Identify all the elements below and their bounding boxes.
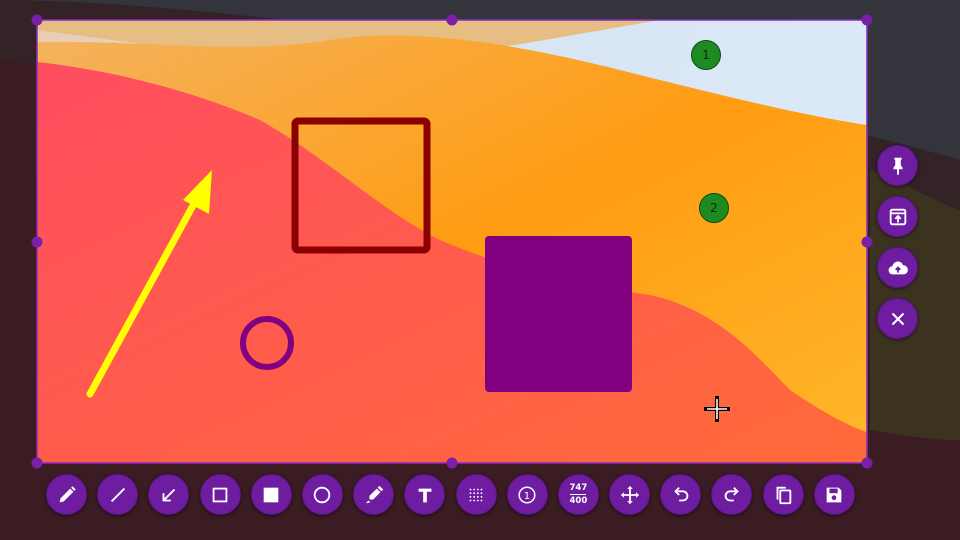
cloud-upload-icon — [888, 261, 908, 274]
line-tool[interactable] — [97, 474, 139, 515]
redo-icon — [724, 486, 739, 501]
text-tool[interactable] — [404, 474, 446, 515]
move-arrows-icon — [620, 485, 639, 504]
text-t-icon — [418, 488, 432, 502]
open-in-app-icon — [889, 208, 906, 225]
save-button[interactable] — [813, 474, 855, 515]
annotation-toolbar: 1 747 400 — [46, 474, 855, 516]
size-separator — [570, 494, 587, 495]
arrow-tool[interactable] — [148, 474, 190, 515]
marker-icon — [365, 485, 383, 503]
pixelate-tool[interactable] — [455, 474, 497, 515]
resize-handle-top[interactable] — [446, 14, 458, 26]
selection-width-value: 747 — [569, 483, 588, 493]
pin-icon — [892, 157, 903, 175]
redo-button[interactable] — [711, 474, 753, 515]
copy-button[interactable] — [762, 474, 804, 515]
resize-handle-left[interactable] — [31, 236, 43, 248]
pencil-tool[interactable] — [46, 474, 87, 515]
step-marker-2[interactable]: 2 — [699, 193, 729, 223]
circled-one-icon: 1 — [518, 485, 536, 504]
upload-button[interactable] — [877, 247, 918, 288]
rectangle-outline-tool[interactable] — [199, 474, 241, 515]
resize-handle-bottom[interactable] — [446, 457, 458, 469]
circle-outline-icon — [314, 486, 331, 503]
counter-label: 1 — [524, 490, 530, 501]
undo-icon — [673, 486, 689, 501]
move-tool[interactable] — [609, 474, 651, 515]
blur-grid-icon — [469, 488, 483, 501]
selection-area[interactable] — [37, 20, 867, 463]
square-outline-icon — [212, 487, 228, 502]
resize-handle-top-left[interactable] — [31, 14, 43, 26]
resize-handle-bottom-left[interactable] — [31, 457, 43, 469]
close-icon — [891, 312, 904, 325]
resize-handle-bottom-right[interactable] — [861, 457, 873, 469]
screenshot-capture-scene — [0, 0, 960, 540]
arrow-down-left-icon — [162, 488, 176, 501]
resize-handle-top-right[interactable] — [861, 14, 873, 26]
size-icon: 747 400 — [570, 483, 588, 506]
selection-size[interactable]: 747 400 — [557, 474, 599, 515]
floppy-disk-icon — [826, 487, 842, 502]
selection-height-value: 400 — [569, 496, 588, 506]
close-button[interactable] — [877, 298, 918, 339]
pin-button[interactable] — [877, 145, 918, 186]
marker-tool[interactable] — [353, 474, 395, 515]
circle-tool[interactable] — [301, 474, 343, 515]
purple-filled-rectangle[interactable] — [485, 236, 632, 392]
rectangle-filled-tool[interactable] — [250, 474, 292, 515]
pencil-icon — [59, 485, 76, 502]
open-app-button[interactable] — [877, 196, 918, 237]
step-marker-label: 1 — [702, 48, 710, 62]
square-filled-icon — [263, 487, 279, 502]
crosshair-cursor-icon — [704, 396, 730, 422]
undo-button[interactable] — [660, 474, 702, 515]
step-marker-1[interactable]: 1 — [691, 40, 721, 70]
step-marker-label: 2 — [710, 201, 718, 215]
counter-tool[interactable]: 1 — [506, 474, 548, 515]
side-action-panel — [877, 145, 918, 339]
line-icon — [110, 487, 125, 502]
resize-handle-right[interactable] — [861, 236, 873, 248]
copy-icon — [776, 486, 792, 504]
